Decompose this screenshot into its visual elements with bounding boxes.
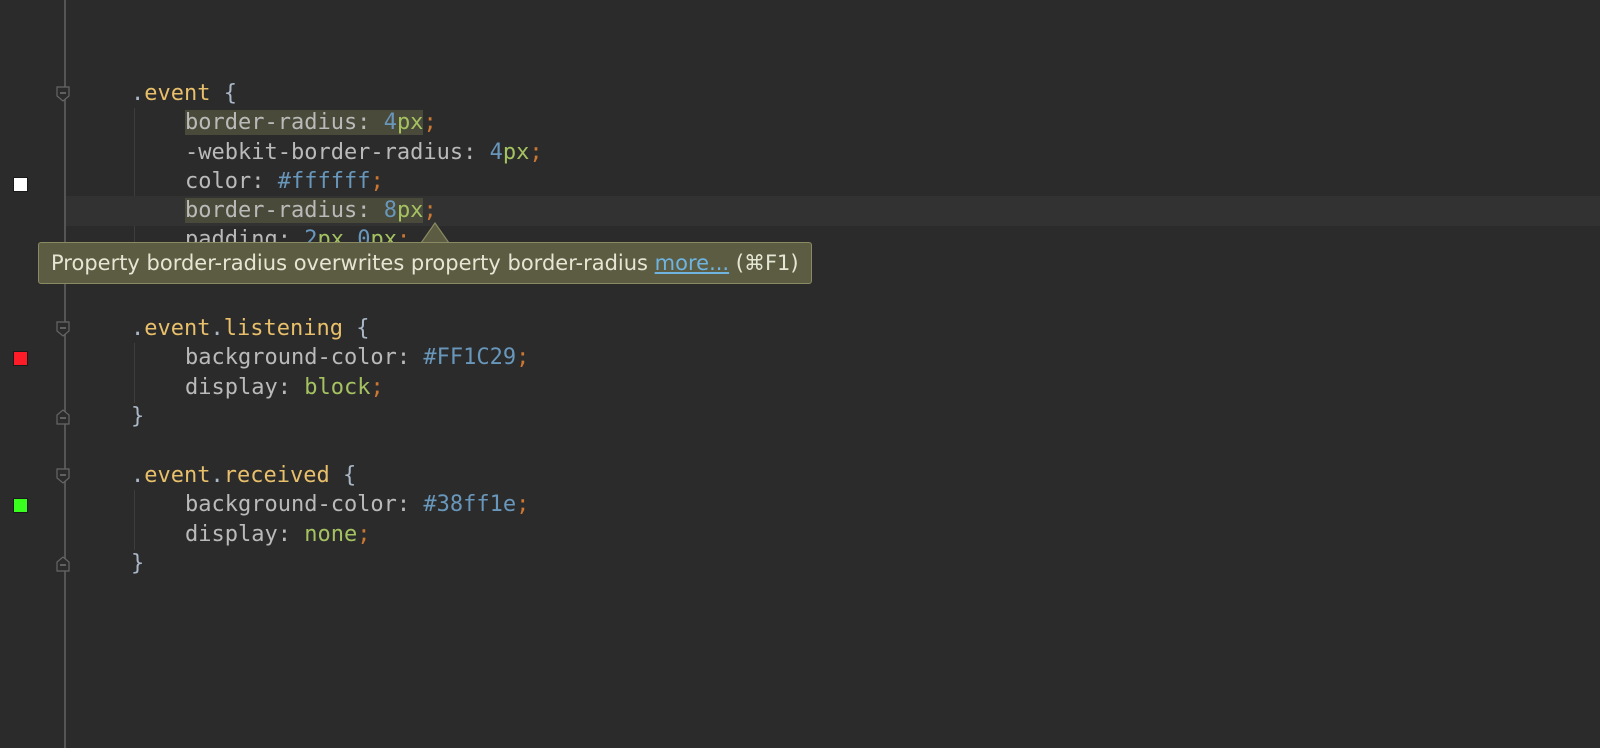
code-line[interactable]: color: #ffffff;	[0, 167, 1600, 197]
keyword-value: block	[304, 375, 371, 400]
selector-name: event	[144, 463, 211, 488]
open-brace: {	[342, 316, 370, 341]
property-name: display:	[185, 522, 305, 547]
code-line[interactable]: display: none;	[0, 520, 1600, 550]
tooltip-more-link[interactable]: more...	[655, 251, 729, 275]
code-line[interactable]: .event.received {	[0, 461, 1600, 491]
property-name: border-radius:	[185, 110, 384, 135]
semicolon: ;	[370, 375, 384, 400]
property-name: display:	[185, 375, 305, 400]
code-line[interactable]: display: block;	[0, 373, 1600, 403]
semicolon: ;	[357, 522, 371, 547]
code-line[interactable]: }	[0, 549, 1600, 579]
close-brace: }	[131, 551, 145, 576]
semicolon: ;	[516, 345, 530, 370]
property-name: -webkit-border-radius:	[185, 140, 490, 165]
property-unit: px	[396, 110, 424, 135]
selector-name: event	[144, 316, 211, 341]
property-name: color:	[185, 169, 278, 194]
hex-color-value: #ffffff	[277, 169, 371, 194]
property-number: 4	[383, 110, 397, 135]
selector-dot: .	[210, 316, 224, 341]
selector-name: event	[144, 81, 211, 106]
code-line[interactable]: background-color: #FF1C29;	[0, 343, 1600, 373]
semicolon: ;	[423, 110, 437, 135]
inspection-tooltip: Property border-radius overwrites proper…	[38, 242, 812, 284]
property-name: background-color:	[185, 492, 424, 517]
selector-name: received	[223, 463, 330, 488]
semicolon: ;	[529, 140, 543, 165]
current-code-line[interactable]: border-radius: 8px;	[66, 196, 1600, 226]
semicolon: ;	[423, 198, 437, 223]
keyword-value: none	[304, 522, 358, 547]
code-line[interactable]: .event {	[0, 79, 1600, 109]
selector-dot: .	[210, 463, 224, 488]
hex-color-value: #38ff1e	[423, 492, 517, 517]
code-line[interactable]: border-radius: 4px;	[0, 108, 1600, 138]
close-brace: }	[131, 404, 145, 429]
property-unit: px	[502, 140, 530, 165]
property-name: border-radius:	[185, 198, 384, 223]
tooltip-shortcut: (⌘F1)	[729, 251, 799, 275]
semicolon: ;	[516, 492, 530, 517]
property-unit: px	[396, 198, 424, 223]
selector-name: listening	[223, 316, 343, 341]
hex-color-value: #FF1C29	[423, 345, 517, 370]
tooltip-message: Property border-radius overwrites proper…	[51, 251, 655, 275]
code-editor[interactable]: .event { border-radius: 4px; -webkit-bor…	[0, 0, 1600, 748]
property-number: 4	[489, 140, 503, 165]
code-line[interactable]: background-color: #38ff1e;	[0, 490, 1600, 520]
property-name: background-color:	[185, 345, 424, 370]
selector-dot: .	[131, 316, 145, 341]
semicolon: ;	[370, 169, 384, 194]
selector-dot: .	[131, 81, 145, 106]
open-brace: {	[329, 463, 357, 488]
selector-dot: .	[131, 463, 145, 488]
property-number: 8	[383, 198, 397, 223]
code-line[interactable]: }	[0, 402, 1600, 432]
code-line[interactable]: -webkit-border-radius: 4px;	[0, 138, 1600, 168]
code-line[interactable]: .event.listening {	[0, 314, 1600, 344]
open-brace: {	[210, 81, 237, 106]
